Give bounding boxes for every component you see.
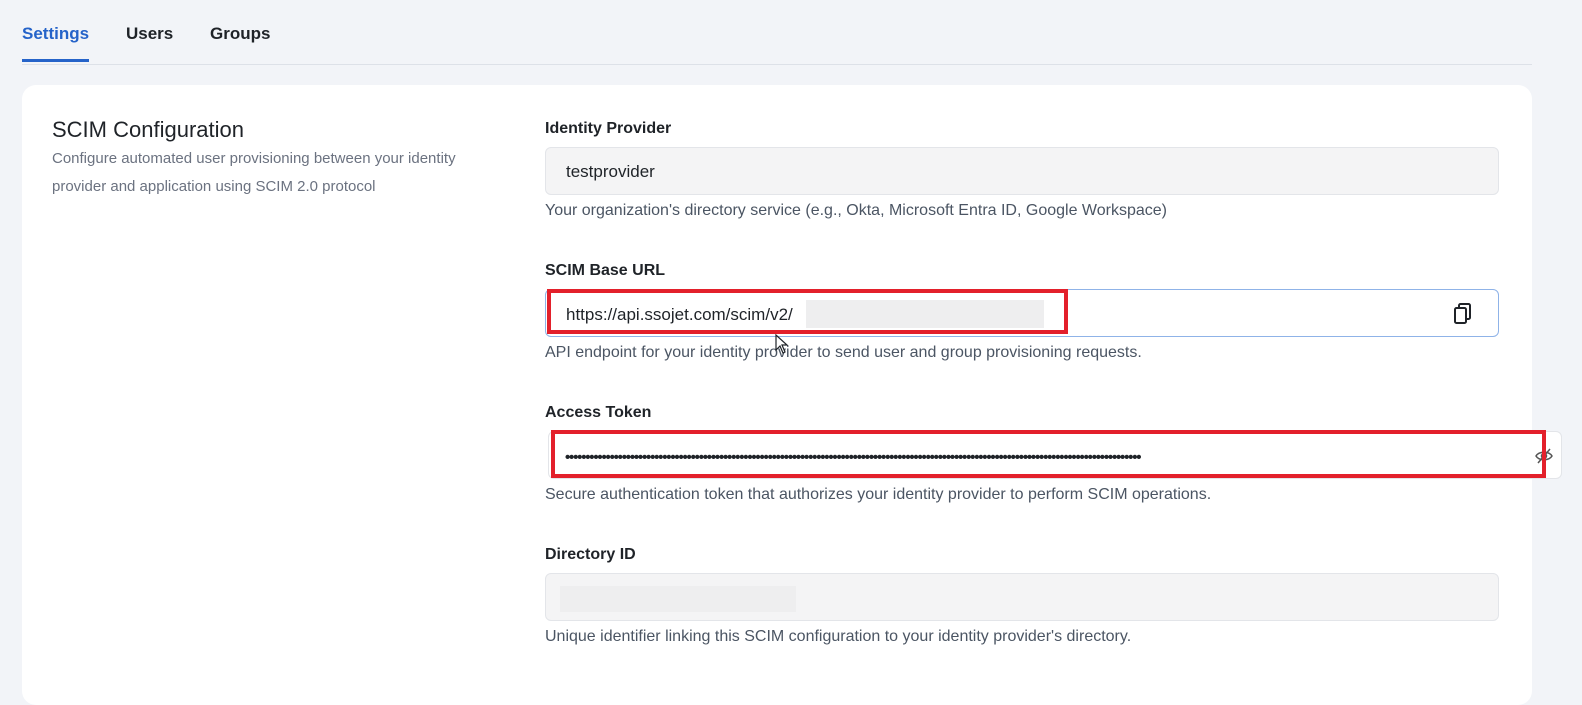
token-highlight-box <box>551 430 1546 478</box>
section-title: SCIM Configuration <box>52 117 244 142</box>
access-token-helper: Secure authentication token that authori… <box>545 486 1212 503</box>
copy-icon[interactable] <box>1452 302 1474 326</box>
directory-id-helper: Unique identifier linking this SCIM conf… <box>545 628 1132 645</box>
tab-groups[interactable]: Groups <box>210 24 270 59</box>
tab-bar: Settings Users Groups <box>22 0 1532 65</box>
url-highlight-box <box>547 289 1068 334</box>
identity-provider-value: testprovider <box>566 162 655 181</box>
mouse-cursor-icon <box>775 334 789 354</box>
base-url-helper: API endpoint for your identity provider … <box>545 344 1142 361</box>
access-token-label: Access Token <box>545 404 652 421</box>
identity-provider-label: Identity Provider <box>545 120 672 137</box>
identity-provider-field[interactable]: testprovider <box>545 147 1499 195</box>
tab-settings[interactable]: Settings <box>22 24 90 62</box>
base-url-label: SCIM Base URL <box>545 262 666 279</box>
redacted-directory-id <box>560 586 796 612</box>
scim-config-card: SCIM Configuration Configure automated u… <box>22 85 1532 705</box>
tab-users[interactable]: Users <box>126 24 173 59</box>
directory-id-field[interactable] <box>545 573 1499 621</box>
identity-provider-helper: Your organization's directory service (e… <box>545 202 1167 219</box>
directory-id-label: Directory ID <box>545 546 636 563</box>
section-description: Configure automated user provisioning be… <box>52 150 456 195</box>
